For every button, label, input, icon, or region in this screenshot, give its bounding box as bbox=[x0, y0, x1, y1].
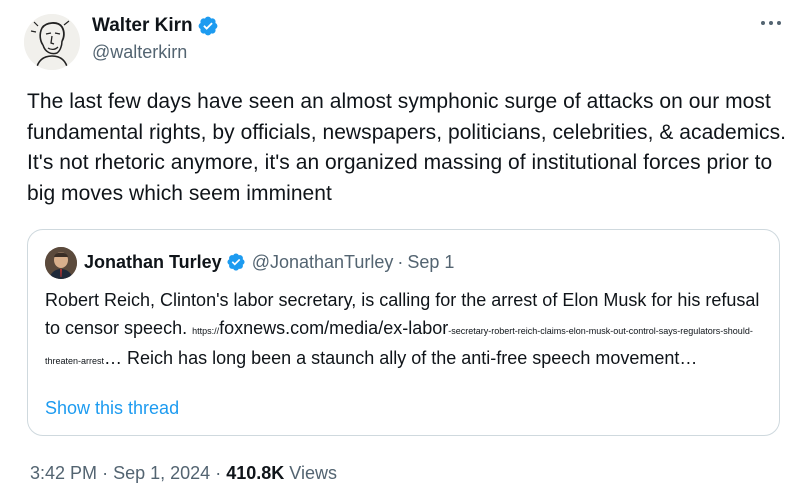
header-separator: · bbox=[397, 252, 404, 272]
show-thread-link[interactable]: Show this thread bbox=[45, 396, 179, 420]
views-count[interactable]: 410.8K bbox=[226, 463, 284, 483]
more-options-button[interactable] bbox=[756, 14, 786, 36]
quoted-tweet-card[interactable]: Jonathan Turley @JonathanTurley · Sep 1 … bbox=[27, 229, 780, 436]
tweet-text: The last few days have seen an almost sy… bbox=[27, 90, 787, 205]
author-avatar[interactable] bbox=[24, 14, 80, 70]
quoted-tweet-header: Jonathan Turley @JonathanTurley · Sep 1 bbox=[84, 250, 454, 274]
link-prefix[interactable]: https:// bbox=[192, 326, 219, 336]
views-label: Views bbox=[289, 463, 337, 483]
meta-separator: · bbox=[102, 463, 109, 483]
author-handle[interactable]: @walterkirn bbox=[92, 41, 187, 63]
link-domain[interactable]: foxnews.com/media/ex-labor bbox=[219, 318, 448, 338]
tweet-date[interactable]: Sep 1, 2024 bbox=[113, 463, 210, 483]
tweet: Walter Kirn @walterkirn The last few day… bbox=[0, 0, 800, 504]
quoted-tweet-date[interactable]: Sep 1 bbox=[407, 250, 454, 274]
author-name-row[interactable]: Walter Kirn bbox=[92, 14, 219, 38]
quoted-tweet-text: Robert Reich, Clinton's labor secretary,… bbox=[45, 287, 770, 376]
meta-separator: · bbox=[215, 463, 222, 483]
more-horizontal-icon bbox=[761, 21, 781, 25]
tweet-time[interactable]: 3:42 PM bbox=[30, 463, 97, 483]
sketch-portrait-avatar-icon bbox=[24, 14, 80, 70]
portrait-avatar-icon bbox=[45, 247, 77, 279]
author-name[interactable]: Walter Kirn bbox=[92, 14, 193, 38]
quoted-author-name[interactable]: Jonathan Turley bbox=[84, 250, 222, 274]
quoted-author-handle[interactable]: @JonathanTurley bbox=[252, 250, 394, 274]
tweet-meta: 3:42 PM · Sep 1, 2024 · 410.8K Views bbox=[30, 461, 337, 485]
verified-badge-icon bbox=[198, 16, 218, 36]
quoted-author-avatar[interactable] bbox=[45, 247, 77, 279]
quoted-text-after-link: … Reich has long been a staunch ally of … bbox=[104, 348, 698, 368]
verified-badge-icon bbox=[227, 253, 245, 271]
